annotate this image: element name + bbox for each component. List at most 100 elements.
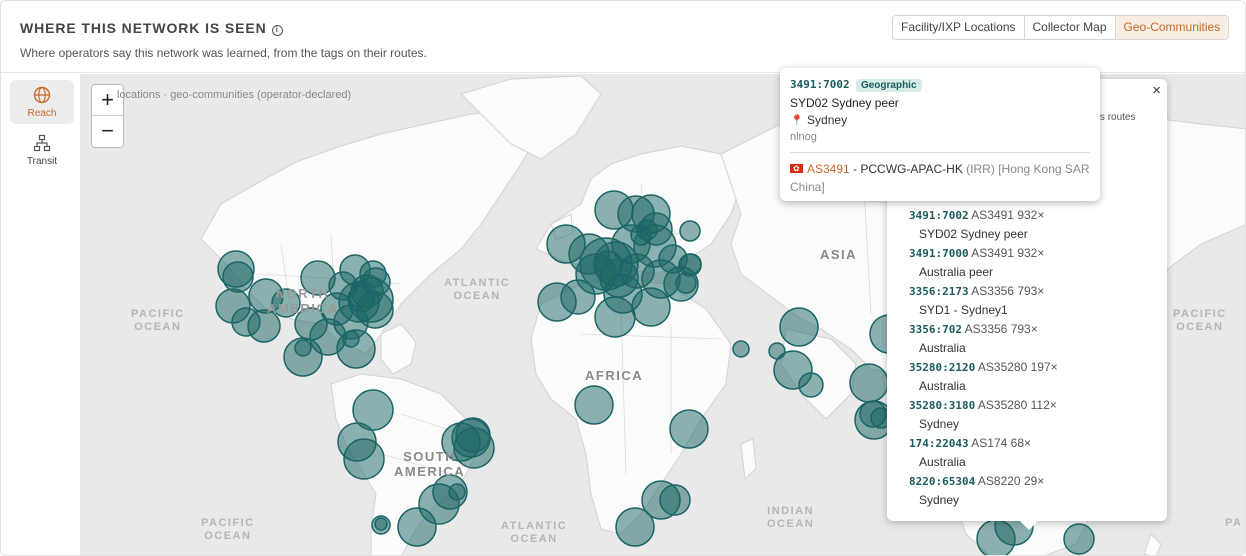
map-marker — [593, 250, 623, 280]
community-code: 35280:3180 — [909, 399, 976, 412]
community-entry[interactable]: 3491:7002 AS3491 932× SYD02 Sydney peer — [909, 206, 1044, 243]
map-marker — [294, 339, 312, 357]
map-marker — [374, 517, 388, 531]
label-pacific-edge: PA — [1225, 517, 1243, 529]
community-code: 3491:7000 — [909, 247, 969, 260]
community-desc: SYD1 - Sydney1 — [919, 303, 1008, 317]
community-entry[interactable]: 3356:2173 AS3356 793× SYD1 - Sydney1 — [909, 282, 1044, 319]
label-atlantic-ocean-north: ATLANTIC OCEAN — [444, 277, 511, 302]
tab-geo-communities[interactable]: Geo-Communities — [1115, 16, 1229, 39]
map-marker — [631, 287, 671, 327]
label-north-america: NORTH AMERICA — [267, 286, 339, 316]
info-icon[interactable]: i — [271, 25, 283, 36]
community-entry[interactable]: 3356:702 AS3356 793× Australia — [909, 320, 1038, 357]
label-indian-ocean: INDIAN OCEAN — [767, 505, 815, 530]
zoom-out-button[interactable]: − — [92, 116, 123, 147]
map-marker — [348, 277, 394, 323]
tooltip-name: SYD02 Sydney peer — [790, 96, 899, 110]
map-marker — [678, 253, 702, 277]
map-marker — [594, 296, 636, 338]
map-marker — [630, 224, 652, 246]
tooltip-location: Sydney — [807, 113, 848, 127]
community-entry[interactable]: 35280:2120 AS35280 197× Australia — [909, 358, 1058, 395]
tooltip-divider — [790, 152, 1090, 153]
map-marker — [659, 484, 691, 516]
community-entry[interactable]: 3491:7000 AS3491 932× Australia peer — [909, 244, 1044, 281]
community-desc: Sydney — [919, 417, 960, 431]
section-subtitle: Where operators say this network was lea… — [20, 46, 427, 60]
label-asia: ASIA — [820, 247, 858, 262]
tooltip-source: nlnog — [790, 131, 817, 143]
community-asn-count: AS35280 112× — [977, 398, 1057, 412]
community-tooltip: 3491:7002 Geographic SYD02 Sydney peer 📍… — [780, 68, 1100, 201]
label-africa: AFRICA — [585, 368, 644, 383]
tooltip-badge: Geographic — [855, 79, 922, 92]
label-south-america: SOUTH AMERICA — [394, 449, 466, 479]
community-desc: SYD02 Sydney peer — [919, 227, 1028, 241]
community-desc: Australia — [919, 455, 966, 469]
hierarchy-icon — [33, 134, 51, 152]
community-asn-count: AS3491 932× — [971, 208, 1045, 222]
map-attribution: locations · geo-communities (operator-de… — [117, 89, 352, 101]
map-marker — [448, 483, 466, 501]
network-seen-card: WHERE THIS NETWORK IS SEEN i Where operat… — [0, 0, 1246, 556]
map-marker — [343, 438, 385, 480]
community-asn-count: AS3491 932× — [971, 246, 1045, 260]
community-entry[interactable]: 8220:65304 AS8220 29× Sydney — [909, 472, 1044, 509]
label-pacific-ocean-left: PACIFIC OCEAN — [131, 308, 185, 333]
community-desc: Australia — [919, 341, 966, 355]
globe-icon — [33, 86, 51, 104]
map-marker — [222, 261, 254, 293]
map-marker — [455, 417, 491, 453]
community-entry[interactable]: 174:22043 AS174 68× Australia — [909, 434, 1031, 471]
community-desc: Australia peer — [919, 265, 994, 279]
card-header: WHERE THIS NETWORK IS SEEN i Where operat… — [1, 1, 1245, 73]
community-desc: Australia — [919, 379, 966, 393]
label-pacific-ocean-south: PACIFIC OCEAN — [201, 517, 255, 542]
community-code: 8220:65304 — [909, 475, 976, 488]
community-desc: Sydney — [919, 493, 960, 507]
section-title: WHERE THIS NETWORK IS SEEN i — [20, 20, 283, 36]
tab-collector-map[interactable]: Collector Map — [1024, 16, 1116, 39]
map-marker — [669, 409, 709, 449]
map-marker — [779, 307, 819, 347]
community-code: 3356:702 — [909, 323, 962, 336]
map-marker — [798, 372, 824, 398]
label-pacific-ocean-right: PACIFIC OCEAN — [1173, 308, 1227, 333]
map-marker — [849, 363, 889, 403]
community-code: 174:22043 — [909, 437, 969, 450]
community-code: 35280:2120 — [909, 361, 976, 374]
tooltip-asn-separator: - — [849, 162, 861, 176]
tooltip-code: 3491:7002 — [790, 78, 850, 91]
transit-mode-button[interactable]: Transit — [10, 128, 74, 172]
tooltip-asn-name: PCCWG-APAC-HK — [860, 162, 963, 176]
community-asn-count: AS3356 793× — [964, 322, 1038, 336]
view-switcher: Facility/IXP Locations Collector Map Geo… — [892, 15, 1230, 40]
transit-label: Transit — [26, 156, 58, 167]
map-marker — [342, 330, 360, 348]
community-entry[interactable]: 35280:3180 AS35280 112× Sydney — [909, 396, 1057, 433]
map-marker — [574, 385, 614, 425]
panel-caret — [1020, 521, 1038, 530]
map-marker — [397, 507, 437, 547]
tooltip-asn-registry: (IRR) — [966, 162, 995, 176]
reach-mode-button[interactable]: Reach — [10, 80, 74, 124]
location-pin-icon: 📍 — [790, 115, 804, 127]
hong-kong-flag-icon — [790, 160, 803, 178]
community-asn-count: AS3356 793× — [971, 284, 1045, 298]
map-mode-rail: Reach Transit — [1, 74, 81, 555]
community-code: 3491:7002 — [909, 209, 969, 222]
map-marker — [732, 340, 750, 358]
label-atlantic-ocean-south: ATLANTIC OCEAN — [501, 520, 568, 545]
community-asn-count: AS174 68× — [971, 436, 1031, 450]
close-icon[interactable]: × — [1152, 82, 1161, 99]
tooltip-asn-link[interactable]: AS3491 — [807, 162, 850, 176]
section-title-text: WHERE THIS NETWORK IS SEEN — [20, 20, 267, 36]
tab-facility-ixp-locations[interactable]: Facility/IXP Locations — [893, 16, 1025, 39]
reach-label: Reach — [27, 108, 57, 119]
community-code: 3356:2173 — [909, 285, 969, 298]
community-asn-count: AS8220 29× — [977, 474, 1045, 488]
map-marker — [615, 507, 655, 547]
community-asn-count: AS35280 197× — [977, 360, 1058, 374]
map-marker — [1063, 523, 1095, 555]
